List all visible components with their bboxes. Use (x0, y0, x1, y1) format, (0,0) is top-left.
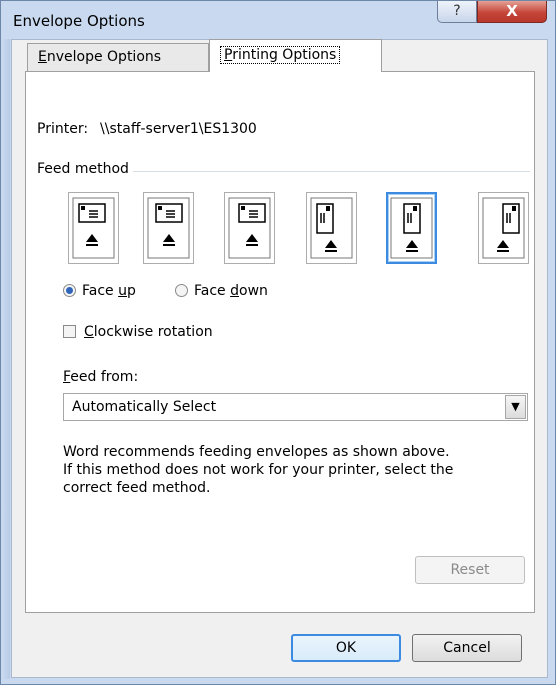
chevron-down-icon[interactable]: ▼ (505, 395, 526, 419)
envelope-options-dialog: Envelope Options ? X Envelope Options Pr… (0, 0, 556, 685)
feed-from-label: Feed from: (63, 369, 139, 385)
feed-from-value: Automatically Select (72, 399, 217, 415)
tab-printing-options[interactable]: Printing Options (209, 39, 382, 72)
envelope-horizontal-center-icon (147, 197, 190, 259)
help-icon: ? (453, 3, 461, 19)
tab-label: Printing Options (220, 46, 341, 64)
radio-unselected-icon[interactable] (175, 284, 188, 297)
face-up-label: Face up (82, 283, 136, 299)
feed-option-vertical-left[interactable] (306, 192, 357, 264)
face-down-label: Face down (194, 283, 268, 299)
title-bar[interactable]: Envelope Options ? X (1, 1, 556, 39)
clockwise-rotation-checkbox[interactable]: Clockwise rotation (63, 324, 213, 340)
feed-option-vertical-center[interactable] (386, 192, 437, 264)
window-border (2, 39, 10, 679)
face-up-radio[interactable]: Face up (63, 283, 136, 299)
feed-option-horizontal-center[interactable] (143, 192, 194, 264)
close-button[interactable]: X (477, 1, 547, 23)
checkbox-box[interactable] (63, 325, 76, 338)
envelope-vertical-right-icon (482, 197, 525, 259)
cancel-button[interactable]: Cancel (412, 634, 522, 662)
envelope-horizontal-right-icon (228, 197, 271, 259)
tab-envelope-options[interactable]: Envelope Options (27, 43, 209, 71)
feed-option-horizontal-left[interactable] (68, 192, 119, 264)
ok-button[interactable]: OK (291, 634, 401, 662)
envelope-vertical-left-icon (310, 197, 353, 259)
radio-selected-icon[interactable] (63, 284, 76, 297)
envelope-vertical-center-icon (390, 197, 433, 259)
feed-option-vertical-right[interactable] (478, 192, 529, 264)
feed-recommendation-text: Word recommends feeding envelopes as sho… (63, 444, 454, 496)
help-button[interactable]: ? (437, 1, 477, 23)
feed-option-horizontal-right[interactable] (224, 192, 275, 264)
close-icon: X (506, 2, 518, 20)
printer-info: Printer: \\staff-server1\ES1300 (37, 121, 257, 137)
printing-options-panel (25, 71, 535, 613)
feed-from-select[interactable]: Automatically Select ▼ (63, 393, 528, 421)
face-down-radio[interactable]: Face down (175, 283, 268, 299)
clockwise-rotation-label: Clockwise rotation (84, 324, 213, 340)
window-title: Envelope Options (13, 12, 145, 30)
reset-button[interactable]: Reset (415, 556, 525, 584)
feed-method-label: Feed method (37, 161, 133, 177)
printer-name: \\staff-server1\ES1300 (100, 121, 257, 137)
envelope-horizontal-left-icon (72, 197, 115, 259)
printer-label: Printer: (37, 121, 89, 137)
tab-label: Envelope Options (38, 49, 162, 65)
